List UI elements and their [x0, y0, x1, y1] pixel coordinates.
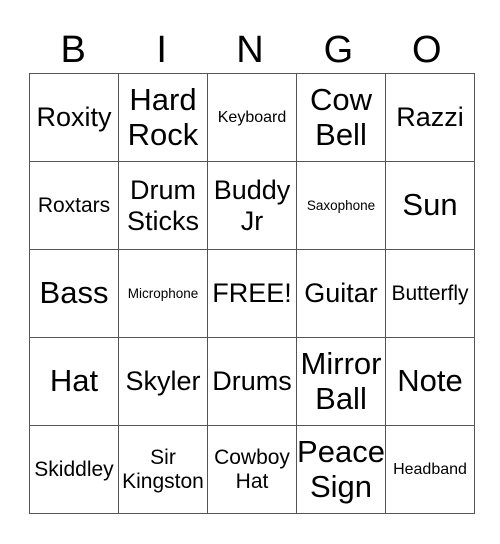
bingo-cell[interactable]: Sun [385, 161, 475, 250]
header-letter-n: N [236, 29, 264, 71]
bingo-cell[interactable]: Saxophone [296, 161, 386, 250]
bingo-cell[interactable]: Butterfly [385, 249, 475, 338]
bingo-cell[interactable]: Drums [207, 337, 297, 426]
header-letter-i: I [156, 29, 167, 71]
grid-row: Bass Microphone FREE! Guitar Butterfly [29, 249, 475, 338]
bingo-cell[interactable]: Keyboard [207, 73, 297, 162]
bingo-cell[interactable]: Hat [29, 337, 119, 426]
bingo-cell[interactable]: Cowboy Hat [207, 425, 297, 514]
bingo-grid: Roxity Hard Rock Keyboard Cow Bell Razzi Roxt… [29, 73, 475, 514]
bingo-cell[interactable]: Microphone [118, 249, 208, 338]
header-letter-o: O [412, 29, 442, 71]
free-space-cell[interactable]: FREE! [207, 249, 297, 338]
bingo-cell[interactable]: Peace Sign [296, 425, 386, 514]
bingo-cell[interactable]: Hard Rock [118, 73, 208, 162]
bingo-cell[interactable]: Cow Bell [296, 73, 386, 162]
bingo-cell[interactable]: Skiddley [29, 425, 119, 514]
header-letter-g: G [323, 29, 354, 71]
grid-row: Hat Skyler Drums Mirror Ball Note [29, 337, 475, 426]
bingo-cell[interactable]: Buddy Jr [207, 161, 297, 250]
header-letter-b: B [60, 29, 86, 71]
bingo-cell[interactable]: Roxity [29, 73, 119, 162]
bingo-header: B I N G O [29, 28, 471, 72]
grid-row: Roxity Hard Rock Keyboard Cow Bell Razzi [29, 73, 475, 162]
grid-row: Skiddley Sir Kingston Cowboy Hat Peace Sign… [29, 425, 475, 514]
bingo-cell[interactable]: Roxtars [29, 161, 119, 250]
bingo-cell[interactable]: Sir Kingston [118, 425, 208, 514]
grid-row: Roxtars Drum Sticks Buddy Jr Saxophone Sun [29, 161, 475, 250]
bingo-cell[interactable]: Guitar [296, 249, 386, 338]
bingo-cell[interactable]: Razzi [385, 73, 475, 162]
bingo-cell[interactable]: Skyler [118, 337, 208, 426]
bingo-cell[interactable]: Headband [385, 425, 475, 514]
bingo-cell[interactable]: Drum Sticks [118, 161, 208, 250]
bingo-cell[interactable]: Bass [29, 249, 119, 338]
bingo-cell[interactable]: Note [385, 337, 475, 426]
bingo-cell[interactable]: Mirror Ball [296, 337, 386, 426]
